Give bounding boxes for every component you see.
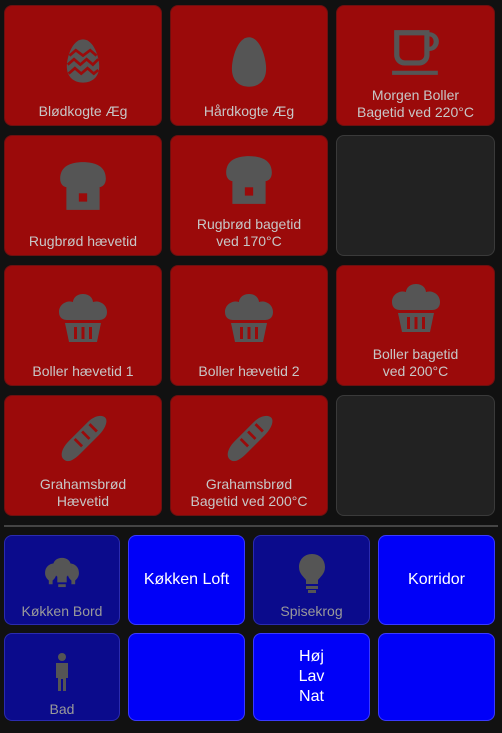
muffin-icon — [55, 292, 111, 344]
muffin-icon — [388, 282, 444, 334]
ceiling-lights-icon — [41, 556, 83, 588]
light-tile-bad[interactable]: Bad — [4, 633, 120, 721]
timer-label: Morgen Boller Bagetid ved 220°C — [357, 87, 474, 120]
timer-tile-morgen-boller[interactable]: Morgen Boller Bagetid ved 220°C — [336, 5, 495, 126]
light-label: Spisekrog — [280, 603, 343, 619]
timer-tile-rugbrod-haevetid[interactable]: Rugbrød hævetid — [4, 135, 162, 256]
timer-label: Hårdkogte Æg — [203, 103, 295, 119]
timer-label: Boller bagetid ved 200°C — [372, 346, 459, 379]
mode-options-label: Høj Lav Nat — [298, 648, 325, 705]
timer-label: Grahamsbrød Hævetid — [39, 476, 127, 509]
light-tile-spisekrog[interactable]: Spisekrog — [253, 535, 370, 625]
timer-label: Rugbrød bagetid ved 170°C — [196, 216, 302, 249]
timer-tile-boller-haevetid-1[interactable]: Boller hævetid 1 — [4, 265, 162, 386]
light-tile-kokken-loft[interactable]: Køkken Loft — [128, 535, 245, 625]
timer-label: Boller hævetid 2 — [198, 363, 300, 379]
timer-label: Boller hævetid 1 — [32, 363, 134, 379]
light-label: Køkken Loft — [143, 571, 230, 588]
egg-patterned-icon — [65, 36, 101, 86]
empty-tile — [336, 135, 495, 256]
light-tile-blank-2[interactable] — [378, 633, 495, 721]
light-tile-blank-1[interactable] — [128, 633, 245, 721]
egg-icon — [230, 35, 268, 89]
light-tile-mode-select[interactable]: Høj Lav Nat — [253, 633, 370, 721]
light-tile-kokken-bord[interactable]: Køkken Bord — [4, 535, 120, 625]
light-label: Køkken Bord — [21, 603, 103, 619]
coffee-cup-icon — [390, 26, 442, 78]
timer-tile-hardkogte-aeg[interactable]: Hårdkogte Æg — [170, 5, 328, 126]
muffin-icon — [221, 292, 277, 344]
light-label: Korridor — [408, 571, 465, 588]
timer-tile-boller-haevetid-2[interactable]: Boller hævetid 2 — [170, 265, 328, 386]
timer-tile-grahamsbrod-bagetid[interactable]: Grahamsbrød Bagetid ved 200°C — [170, 395, 328, 516]
person-icon — [52, 652, 72, 692]
bread-loaf-icon — [56, 158, 110, 212]
lightbulb-icon — [297, 552, 327, 594]
baguette-icon — [58, 412, 108, 464]
timer-label: Blødkogte Æg — [38, 103, 128, 119]
timer-tile-boller-bagetid[interactable]: Boller bagetid ved 200°C — [336, 265, 495, 386]
section-divider — [4, 525, 498, 527]
light-tile-korridor[interactable]: Korridor — [378, 535, 495, 625]
timer-label: Grahamsbrød Bagetid ved 200°C — [190, 476, 308, 509]
bread-loaf-icon — [222, 152, 276, 206]
timer-tile-rugbrod-bagetid[interactable]: Rugbrød bagetid ved 170°C — [170, 135, 328, 256]
timer-tile-grahamsbrod-haevetid[interactable]: Grahamsbrød Hævetid — [4, 395, 162, 516]
baguette-icon — [224, 412, 274, 464]
timer-tile-blodkogte-aeg[interactable]: Blødkogte Æg — [4, 5, 162, 126]
light-label: Bad — [49, 701, 75, 717]
empty-tile — [336, 395, 495, 516]
timer-label: Rugbrød hævetid — [28, 233, 138, 249]
